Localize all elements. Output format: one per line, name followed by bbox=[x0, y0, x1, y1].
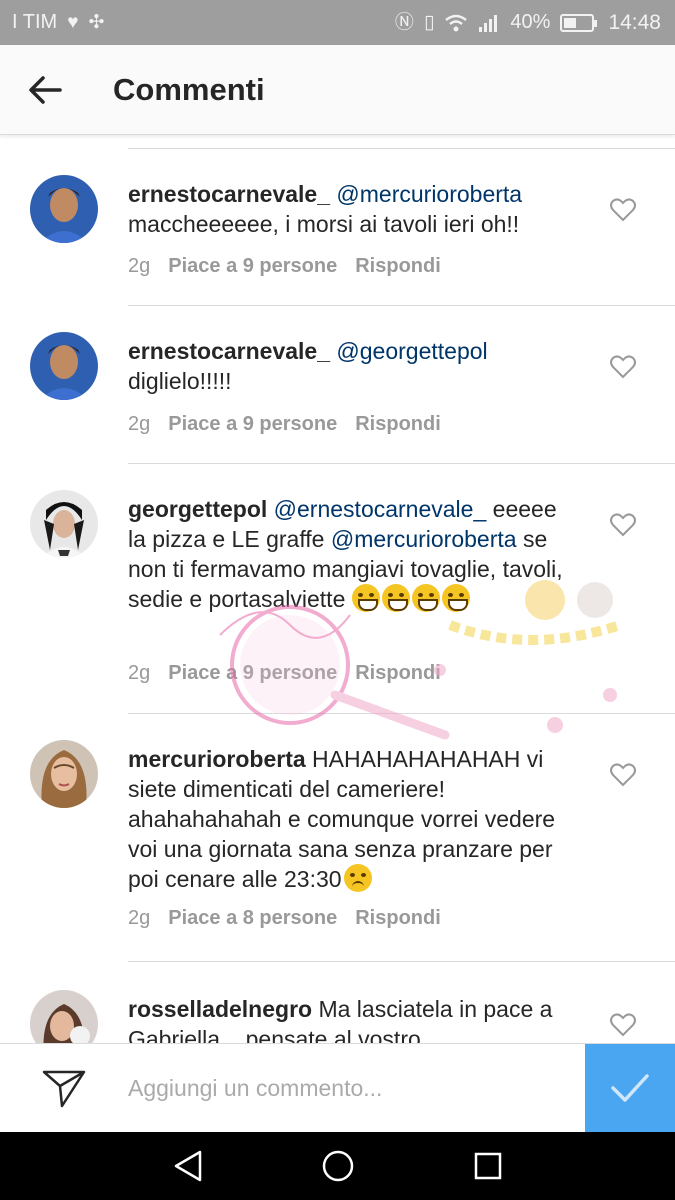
pinwheel-icon: ✣ bbox=[88, 12, 105, 33]
grin-emoji-icon bbox=[411, 584, 440, 612]
heart-icon[interactable] bbox=[610, 513, 636, 537]
heart-icon[interactable] bbox=[610, 763, 636, 787]
avatar[interactable] bbox=[30, 740, 98, 808]
mention-link[interactable]: @mercurioroberta bbox=[331, 526, 517, 552]
divider bbox=[128, 305, 675, 306]
likes-link[interactable]: Piace a 9 persone bbox=[168, 413, 337, 436]
heartbeat-icon: ♥ bbox=[67, 12, 79, 33]
comment-input-bar bbox=[0, 1043, 675, 1133]
reply-button[interactable]: Rispondi bbox=[355, 413, 441, 436]
comment-username[interactable]: rosselladelnegro bbox=[128, 996, 312, 1022]
paper-plane-icon bbox=[42, 1070, 86, 1108]
signal-icon bbox=[479, 14, 498, 32]
recents-nav-button[interactable] bbox=[468, 1146, 508, 1186]
back-button[interactable] bbox=[0, 45, 90, 135]
comment-meta: 2g Piace a 8 persone Rispondi bbox=[128, 907, 441, 930]
divider bbox=[128, 148, 675, 149]
comment-input[interactable] bbox=[128, 1043, 585, 1133]
checkmark-icon bbox=[611, 1074, 649, 1102]
comment-time: 2g bbox=[128, 662, 151, 684]
circle-home-icon bbox=[322, 1150, 353, 1182]
square-recents-icon bbox=[474, 1152, 501, 1180]
heart-icon[interactable] bbox=[610, 198, 636, 222]
divider bbox=[128, 713, 675, 714]
comment-username[interactable]: georgettepol bbox=[128, 496, 267, 522]
comment-meta: 2g Piace a 9 persone Rispondi bbox=[128, 255, 441, 278]
likes-link[interactable]: Piace a 9 persone bbox=[168, 255, 337, 278]
status-bar: I TIM ♥ ✣ Ⓝ ▯ 40% 14:48 bbox=[0, 0, 675, 45]
arrow-left-icon bbox=[29, 75, 62, 104]
comment-text: georgettepol @ernestocarnevale_ eeeee la… bbox=[128, 494, 578, 614]
grin-emoji-icon bbox=[351, 584, 380, 612]
triangle-back-icon bbox=[174, 1150, 201, 1182]
comment-meta: 2g Piace a 9 persone Rispondi bbox=[128, 662, 441, 685]
comment-time: 2g bbox=[128, 413, 151, 435]
grin-emoji-icon bbox=[381, 584, 410, 612]
carrier-label: I TIM bbox=[12, 11, 58, 33]
likes-link[interactable]: Piace a 9 persone bbox=[168, 662, 337, 685]
home-nav-button[interactable] bbox=[318, 1146, 358, 1186]
reply-button[interactable]: Rispondi bbox=[355, 907, 441, 930]
heart-icon[interactable] bbox=[610, 1013, 636, 1037]
avatar[interactable] bbox=[30, 490, 98, 558]
comment-message: maccheeeeee, i morsi ai tavoli ieri oh!! bbox=[128, 211, 520, 237]
battery-percent: 40% bbox=[510, 11, 551, 33]
mention-link[interactable]: @georgettepol bbox=[336, 338, 487, 364]
header: Commenti bbox=[0, 45, 675, 135]
comment-username[interactable]: mercurioroberta bbox=[128, 746, 306, 772]
system-nav-bar bbox=[0, 1132, 675, 1200]
page-title: Commenti bbox=[113, 71, 265, 107]
clock: 14:48 bbox=[608, 10, 661, 34]
mention-link[interactable]: @mercurioroberta bbox=[336, 181, 522, 207]
sad-emoji-icon bbox=[343, 864, 372, 892]
vibrate-icon: ▯ bbox=[423, 12, 435, 33]
comment-time: 2g bbox=[128, 907, 151, 929]
mention-link[interactable]: @ernestocarnevale_ bbox=[274, 496, 487, 522]
direct-send-button[interactable] bbox=[0, 1044, 128, 1133]
reply-button[interactable]: Rispondi bbox=[355, 255, 441, 278]
likes-link[interactable]: Piace a 8 persone bbox=[168, 907, 337, 930]
comments-list[interactable]: ernestocarnevale_ @mercurioroberta macch… bbox=[0, 135, 675, 1043]
comment-username[interactable]: ernestocarnevale_ bbox=[128, 181, 330, 207]
divider bbox=[128, 961, 675, 962]
comment-time: 2g bbox=[128, 255, 151, 277]
wifi-icon bbox=[445, 14, 468, 31]
reply-button[interactable]: Rispondi bbox=[355, 662, 441, 685]
comment-text: rosselladelnegro Ma lasciatela in pace a… bbox=[128, 994, 578, 1043]
avatar[interactable] bbox=[30, 990, 98, 1043]
grin-emoji-icon bbox=[441, 584, 470, 612]
back-nav-button[interactable] bbox=[168, 1146, 208, 1186]
avatar[interactable] bbox=[30, 332, 98, 400]
heart-icon[interactable] bbox=[610, 355, 636, 379]
nfc-icon: Ⓝ bbox=[394, 12, 414, 33]
comment-meta: 2g Piace a 9 persone Rispondi bbox=[128, 413, 441, 436]
comment-text: ernestocarnevale_ @mercurioroberta macch… bbox=[128, 179, 578, 239]
avatar[interactable] bbox=[30, 175, 98, 243]
comment-username[interactable]: ernestocarnevale_ bbox=[128, 338, 330, 364]
divider bbox=[128, 463, 675, 464]
comment-message: diglielo!!!!! bbox=[128, 368, 232, 394]
comment-text: mercurioroberta HAHAHAHAHAHAH vi siete d… bbox=[128, 744, 578, 894]
battery-fill bbox=[564, 17, 577, 28]
battery-icon bbox=[560, 13, 598, 32]
post-comment-button[interactable] bbox=[585, 1043, 675, 1133]
comment-text: ernestocarnevale_ @georgettepol diglielo… bbox=[128, 336, 578, 396]
